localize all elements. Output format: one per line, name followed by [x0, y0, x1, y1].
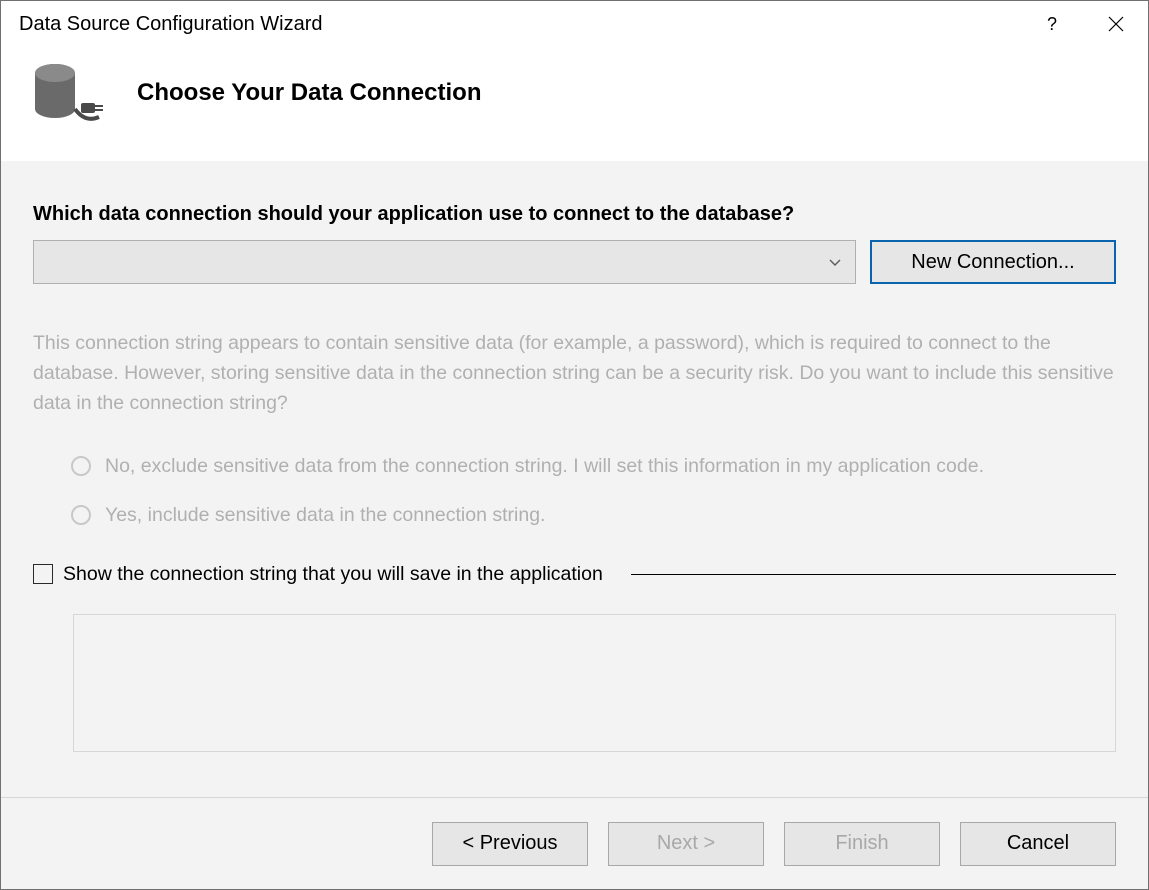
divider [631, 574, 1116, 575]
connection-string-textbox[interactable] [73, 614, 1116, 752]
finish-label: Finish [835, 832, 888, 855]
connection-row: New Connection... [33, 240, 1116, 284]
connection-dropdown[interactable] [33, 240, 856, 284]
new-connection-button[interactable]: New Connection... [870, 240, 1116, 284]
new-connection-label: New Connection... [911, 251, 1074, 274]
next-label: Next > [657, 832, 715, 855]
show-connection-string-checkbox[interactable] [33, 564, 53, 584]
next-button[interactable]: Next > [608, 822, 764, 866]
help-icon: ? [1047, 14, 1057, 35]
cancel-button[interactable]: Cancel [960, 822, 1116, 866]
wizard-window: Data Source Configuration Wizard ? [0, 0, 1149, 890]
radio-exclude-label: No, exclude sensitive data from the conn… [105, 455, 984, 478]
titlebar: Data Source Configuration Wizard ? [1, 1, 1148, 47]
radio-icon [71, 505, 91, 525]
wizard-footer: < Previous Next > Finish Cancel [1, 797, 1148, 889]
finish-button[interactable]: Finish [784, 822, 940, 866]
previous-button[interactable]: < Previous [432, 822, 588, 866]
close-icon [1108, 16, 1124, 32]
help-button[interactable]: ? [1020, 1, 1084, 47]
window-title: Data Source Configuration Wizard [19, 13, 322, 36]
wizard-step-title: Choose Your Data Connection [137, 79, 481, 107]
wizard-header: Choose Your Data Connection [1, 47, 1148, 161]
show-connection-string-row: Show the connection string that you will… [33, 563, 1116, 586]
radio-include-sensitive: Yes, include sensitive data in the conne… [71, 504, 1116, 527]
radio-icon [71, 456, 91, 476]
chevron-down-icon [829, 254, 841, 270]
database-plug-icon [31, 61, 109, 125]
previous-label: < Previous [462, 832, 557, 855]
radio-include-label: Yes, include sensitive data in the conne… [105, 504, 545, 527]
wizard-content: Which data connection should your applic… [1, 161, 1148, 797]
sensitive-data-info: This connection string appears to contai… [33, 328, 1116, 419]
sensitive-data-radio-group: No, exclude sensitive data from the conn… [33, 455, 1116, 553]
connection-question: Which data connection should your applic… [33, 203, 1116, 226]
close-button[interactable] [1084, 1, 1148, 47]
cancel-label: Cancel [1007, 832, 1069, 855]
radio-exclude-sensitive: No, exclude sensitive data from the conn… [71, 455, 1116, 478]
show-connection-string-label: Show the connection string that you will… [63, 563, 603, 586]
